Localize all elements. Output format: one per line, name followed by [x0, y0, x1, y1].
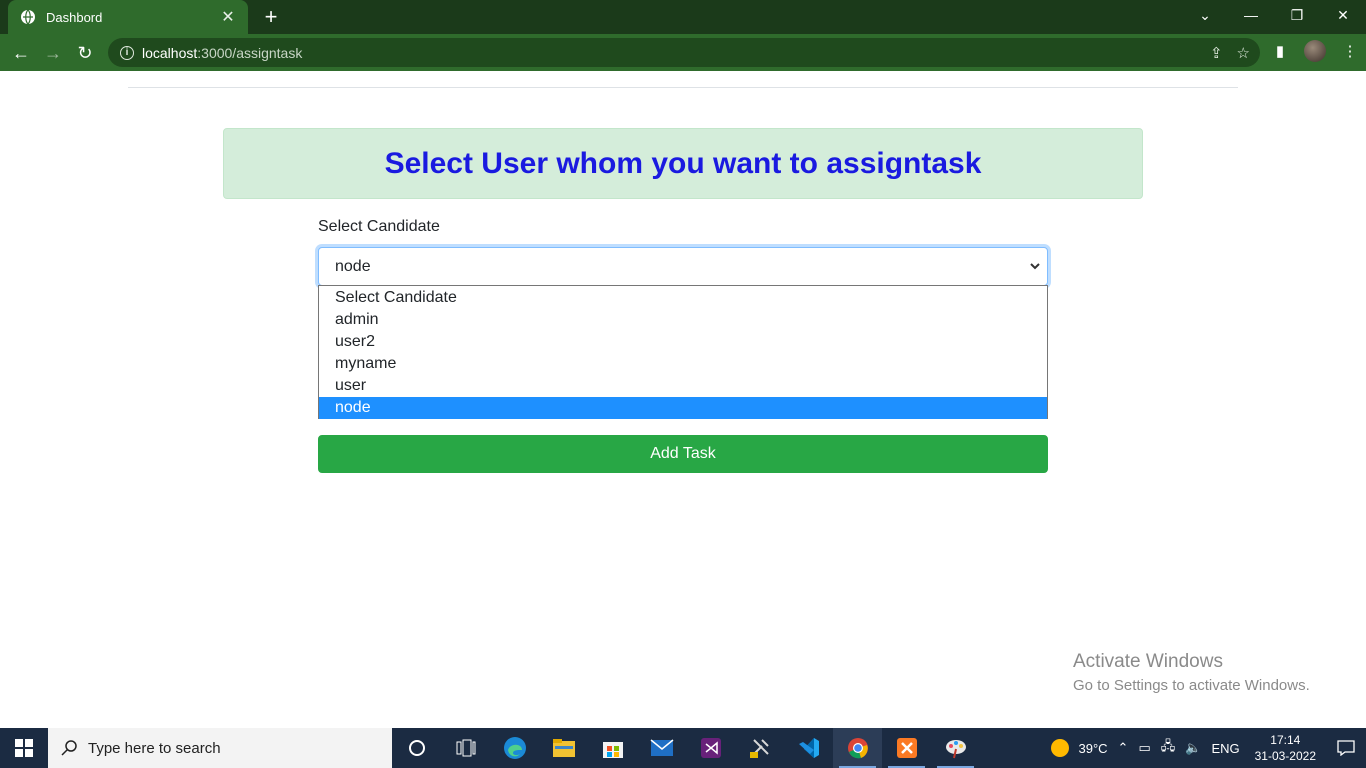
edge-browser-icon[interactable]: [490, 728, 539, 768]
dropdown-option[interactable]: Select Candidate: [319, 287, 1047, 309]
taskbar-search[interactable]: Type here to search: [48, 728, 392, 768]
select-candidate-label: Select Candidate: [318, 218, 440, 235]
minimize-button[interactable]: —: [1228, 0, 1274, 30]
window-controls: ⌄ — ❐ ✕: [1182, 0, 1366, 34]
side-panel-icon[interactable]: ▮: [1268, 39, 1292, 63]
xampp-icon[interactable]: [882, 728, 931, 768]
temperature: 39°C: [1078, 740, 1108, 756]
microsoft-store-icon[interactable]: [588, 728, 637, 768]
windows-start-icon[interactable]: [0, 728, 48, 768]
tab-close-icon[interactable]: ✕: [220, 7, 236, 27]
url-host: localhost: [142, 44, 198, 61]
add-task-button[interactable]: Add Task: [318, 435, 1048, 473]
tab-search-icon[interactable]: ⌄: [1182, 0, 1228, 30]
reload-button[interactable]: ↻: [72, 40, 98, 66]
new-tab-button[interactable]: +: [258, 4, 284, 30]
network-icon[interactable]: 🖧: [1161, 737, 1176, 759]
chrome-icon[interactable]: [833, 728, 882, 768]
dropdown-option[interactable]: user: [319, 375, 1047, 397]
candidate-dropdown-list: Select Candidate admin user2 myname user…: [318, 285, 1048, 419]
show-hidden-icons-icon[interactable]: ⌃: [1118, 740, 1129, 756]
dropdown-option[interactable]: admin: [319, 309, 1047, 331]
site-info-icon[interactable]: i: [120, 45, 134, 60]
profile-avatar[interactable]: [1304, 40, 1326, 62]
selected-value: node: [335, 257, 371, 275]
restore-button[interactable]: ❐: [1274, 0, 1320, 30]
activate-windows-watermark: Activate Windows Go to Settings to activ…: [1073, 651, 1310, 694]
clock[interactable]: 17:14 31-03-2022: [1255, 732, 1316, 764]
bookmark-star-icon[interactable]: ☆: [1237, 44, 1250, 62]
forward-button[interactable]: →: [40, 40, 66, 66]
share-icon[interactable]: ⇪: [1210, 44, 1223, 62]
taskbar: Type here to search 39°C ⌃ ▭ 🖧 🔈 ENG 17:…: [0, 728, 1366, 768]
browser-tab-strip: Dashbord ✕ + ⌄ — ❐ ✕: [0, 0, 1366, 34]
cortana-icon[interactable]: [392, 728, 441, 768]
heading-banner: Select User whom you want to assigntask: [223, 128, 1143, 199]
divider: [128, 87, 1238, 88]
candidate-select[interactable]: node: [318, 247, 1048, 286]
volume-icon[interactable]: 🔈: [1185, 740, 1201, 756]
visual-studio-icon[interactable]: [686, 728, 735, 768]
mail-icon[interactable]: [637, 728, 686, 768]
vscode-icon[interactable]: [784, 728, 833, 768]
tools-app-icon[interactable]: [735, 728, 784, 768]
menu-dots-icon[interactable]: ⋮: [1338, 39, 1362, 63]
dropdown-option[interactable]: myname: [319, 353, 1047, 375]
url-path: :3000/assigntask: [197, 44, 303, 61]
dropdown-option[interactable]: user2: [319, 331, 1047, 353]
search-icon: [61, 740, 77, 756]
page-title: Select User whom you want to assigntask: [384, 146, 982, 180]
system-tray: 39°C ⌃ ▭ 🖧 🔈 ENG 17:14 31-03-2022: [1046, 728, 1366, 768]
notification-icon[interactable]: [1326, 728, 1366, 768]
task-view-icon[interactable]: [441, 728, 490, 768]
clock-time: 17:14: [1270, 733, 1301, 747]
file-explorer-icon[interactable]: [539, 728, 588, 768]
watermark-subtitle: Go to Settings to activate Windows.: [1073, 677, 1310, 694]
tab-title: Dashbord: [46, 9, 103, 25]
search-placeholder: Type here to search: [88, 739, 221, 757]
language-indicator[interactable]: ENG: [1211, 741, 1239, 756]
back-button[interactable]: ←: [8, 40, 34, 66]
dropdown-option-selected[interactable]: node: [319, 397, 1047, 419]
weather-widget[interactable]: 39°C: [1050, 739, 1108, 757]
paint-app-icon[interactable]: [931, 728, 980, 768]
battery-icon[interactable]: ▭: [1138, 740, 1150, 756]
browser-toolbar: ← → ↻ i localhost:3000/assigntask ⇪ ☆ ▮ …: [0, 34, 1366, 71]
browser-tab[interactable]: Dashbord ✕: [8, 0, 248, 34]
page-content: Select User whom you want to assigntask …: [0, 71, 1366, 728]
watermark-title: Activate Windows: [1073, 651, 1223, 672]
clock-date: 31-03-2022: [1254, 749, 1316, 763]
weather-sun-icon: [1050, 739, 1069, 757]
chevron-down-icon: [1030, 263, 1040, 270]
address-bar[interactable]: i localhost:3000/assigntask ⇪ ☆: [108, 38, 1260, 67]
globe-icon: [20, 9, 36, 25]
close-window-button[interactable]: ✕: [1320, 0, 1366, 30]
